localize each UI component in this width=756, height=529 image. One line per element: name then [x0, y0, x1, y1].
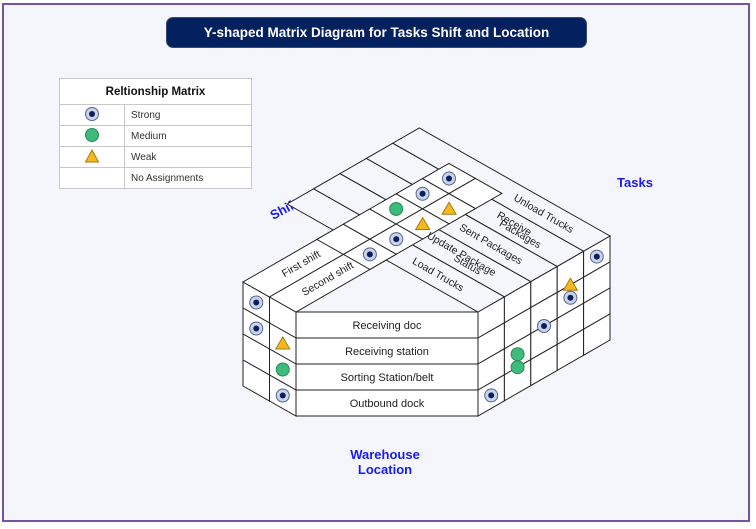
task-location-medium-icon [510, 347, 525, 362]
location-label: Outbound dock [350, 398, 425, 410]
shift-location-medium-icon [275, 362, 290, 377]
shift-location-strong-dot [253, 299, 260, 306]
task-location-strong-dot [567, 294, 574, 301]
shift-task-strong-dot [366, 251, 373, 258]
location-label: Receiving doc [352, 320, 422, 332]
task-location-strong-dot [541, 323, 547, 329]
shift-task-strong-dot [445, 175, 452, 182]
shift-task-medium-icon [389, 201, 404, 216]
task-location-medium-icon [510, 360, 525, 375]
shift-task-strong-dot [393, 236, 400, 243]
location-label: Sorting Station/belt [341, 372, 434, 384]
task-location-strong-dot [593, 253, 600, 260]
y-matrix-diagram: Receiving doc Receiving station Sorting St… [241, 127, 612, 417]
shift-location-strong-dot [253, 325, 260, 332]
location-label: Receiving station [345, 346, 429, 358]
shift-location-strong-dot [279, 392, 286, 399]
task-location-strong-dot [488, 392, 495, 399]
shift-task-strong-dot [419, 190, 426, 197]
